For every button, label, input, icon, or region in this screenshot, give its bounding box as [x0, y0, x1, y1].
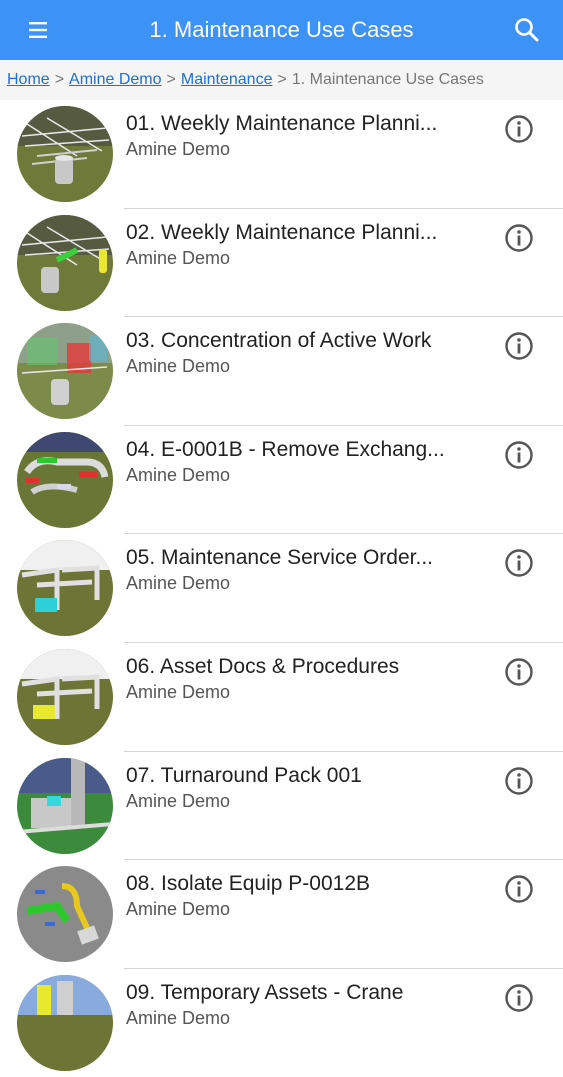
- list-item[interactable]: 05. Maintenance Service Order... Amine D…: [0, 534, 563, 643]
- search-icon[interactable]: [511, 14, 543, 46]
- thumbnail-image: [17, 866, 113, 963]
- breadcrumb-home[interactable]: Home: [7, 71, 50, 88]
- thumbnail-image: [17, 974, 113, 1071]
- thumbnail-image: [17, 757, 113, 854]
- breadcrumb-separator: >: [166, 71, 176, 88]
- thumbnail-image: [17, 431, 113, 528]
- info-icon[interactable]: [504, 440, 534, 470]
- item-subtitle: Amine Demo: [126, 573, 231, 594]
- list-item[interactable]: 07. Turnaround Pack 001 Amine Demo: [0, 752, 563, 861]
- info-icon[interactable]: [504, 983, 534, 1013]
- item-title: 02. Weekly Maintenance Planni...: [126, 220, 438, 244]
- item-title: 03. Concentration of Active Work: [126, 329, 432, 353]
- info-icon[interactable]: [504, 114, 534, 144]
- menu-icon[interactable]: [22, 16, 54, 44]
- info-icon[interactable]: [504, 657, 534, 687]
- item-subtitle: Amine Demo: [126, 139, 231, 159]
- info-icon[interactable]: [504, 874, 534, 904]
- list-item[interactable]: 09. Temporary Assets - Crane Amine Demo: [0, 969, 563, 1077]
- thumbnail-image: [17, 540, 113, 637]
- info-icon[interactable]: [504, 548, 534, 578]
- breadcrumb-amine-demo[interactable]: Amine Demo: [69, 71, 161, 88]
- breadcrumb-separator: >: [277, 71, 287, 88]
- item-title: 05. Maintenance Service Order...: [126, 546, 433, 570]
- app-bar: 1. Maintenance Use Cases: [0, 0, 563, 60]
- page-title: 1. Maintenance Use Cases: [149, 17, 414, 42]
- info-icon[interactable]: [504, 766, 534, 796]
- item-subtitle: Amine Demo: [126, 681, 231, 702]
- item-title: 01. Weekly Maintenance Planni...: [126, 112, 438, 135]
- info-icon[interactable]: [504, 223, 534, 253]
- breadcrumb-current: 1. Maintenance Use Cases: [291, 71, 484, 88]
- item-title: 09. Temporary Assets - Crane: [126, 980, 404, 1004]
- use-case-list: 01. Weekly Maintenance Planni... Amine D…: [0, 100, 563, 1077]
- breadcrumb-separator: >: [54, 71, 65, 88]
- list-item[interactable]: 02. Weekly Maintenance Planni... Amine D…: [0, 209, 563, 318]
- item-subtitle: Amine Demo: [126, 1007, 231, 1028]
- item-subtitle: Amine Demo: [126, 464, 231, 485]
- thumbnail-image: [17, 106, 113, 202]
- item-title: 06. Asset Docs & Procedures: [126, 654, 400, 678]
- item-subtitle: Amine Demo: [126, 356, 231, 377]
- list-item[interactable]: 08. Isolate Equip P-0012B Amine Demo: [0, 860, 563, 969]
- list-item[interactable]: 06. Asset Docs & Procedures Amine Demo: [0, 643, 563, 752]
- info-icon[interactable]: [504, 331, 534, 361]
- item-subtitle: Amine Demo: [126, 247, 231, 268]
- list-item[interactable]: 01. Weekly Maintenance Planni... Amine D…: [0, 100, 563, 209]
- breadcrumb-maintenance[interactable]: Maintenance: [181, 71, 273, 88]
- item-title: 08. Isolate Equip P-0012B: [126, 872, 371, 896]
- item-title: 07. Turnaround Pack 001: [126, 763, 362, 787]
- item-subtitle: Amine Demo: [126, 790, 231, 811]
- item-title: 04. E-0001B - Remove Exchang...: [126, 437, 445, 461]
- thumbnail-image: [17, 648, 113, 745]
- item-subtitle: Amine Demo: [126, 899, 231, 920]
- list-item[interactable]: 04. E-0001B - Remove Exchang... Amine De…: [0, 426, 563, 535]
- breadcrumb: Home > Amine Demo > Maintenance >1. Maintenan…: [0, 60, 563, 100]
- thumbnail-image: [17, 214, 113, 311]
- list-item[interactable]: 03. Concentration of Active Work Amine D…: [0, 317, 563, 426]
- thumbnail-image: [17, 323, 113, 420]
